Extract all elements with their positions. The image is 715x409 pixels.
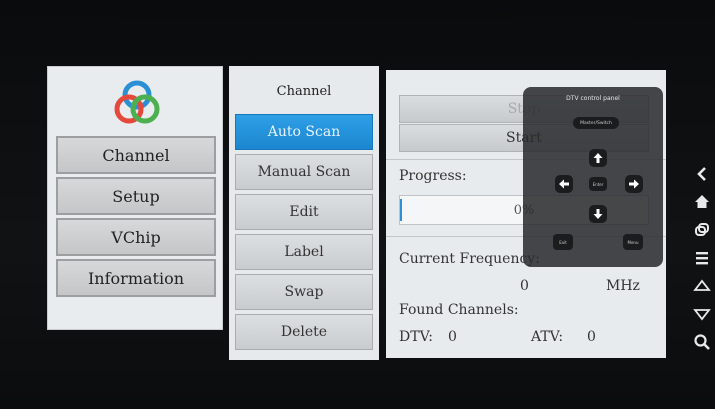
menu-item-setup[interactable]: Setup (56, 177, 216, 215)
edit-button[interactable]: Edit (235, 194, 373, 230)
submenu-title: Channel (276, 84, 332, 99)
swap-button[interactable]: Swap (235, 274, 373, 310)
progress-fill (400, 199, 402, 221)
window-icon[interactable] (692, 220, 712, 240)
menu-icon[interactable] (692, 248, 712, 268)
enter-button[interactable]: Enter (589, 177, 607, 191)
found-channels-label: Found Channels: (399, 302, 519, 318)
exit-button[interactable]: Exit (553, 234, 573, 250)
arrow-right-icon[interactable] (625, 175, 643, 193)
dtv-count-value: 0 (448, 329, 457, 345)
auto-scan-button[interactable]: Auto Scan (235, 114, 373, 150)
manual-scan-button[interactable]: Manual Scan (235, 154, 373, 190)
system-nav-bar (688, 158, 715, 368)
dtv-control-panel: DTV control panel Master/Switch Enter Ex… (523, 87, 663, 267)
atv-count-value: 0 (587, 329, 596, 345)
back-icon[interactable] (692, 164, 712, 184)
arrow-left-icon[interactable] (555, 175, 573, 193)
frequency-unit: MHz (606, 278, 640, 294)
progress-label: Progress: (399, 168, 467, 184)
frequency-value: 0 (520, 278, 529, 294)
label-button[interactable]: Label (235, 234, 373, 270)
arrow-up-icon[interactable] (589, 149, 607, 167)
dtv-count-label: DTV: (399, 329, 433, 345)
down-icon[interactable] (692, 304, 712, 324)
atv-count-label: ATV: (531, 329, 564, 345)
main-menu-panel: Channel Setup VChip Information (47, 66, 223, 330)
delete-button[interactable]: Delete (235, 314, 373, 350)
home-icon[interactable] (692, 192, 712, 212)
arrow-down-icon[interactable] (589, 205, 607, 223)
channel-submenu-panel: Channel Auto Scan Manual Scan Edit Label… (229, 66, 379, 360)
menu-item-vchip[interactable]: VChip (56, 218, 216, 256)
app-logo-icon (114, 80, 160, 124)
search-icon[interactable] (692, 332, 712, 352)
current-frequency-label: Current Frequency: (399, 251, 540, 267)
up-icon[interactable] (692, 276, 712, 296)
menu-item-information[interactable]: Information (56, 259, 216, 297)
dtv-panel-title: DTV control panel (566, 95, 620, 102)
master-switch-button[interactable]: Master/Switch (573, 117, 619, 129)
menu-button[interactable]: Menu (623, 234, 643, 250)
menu-item-channel[interactable]: Channel (56, 136, 216, 174)
